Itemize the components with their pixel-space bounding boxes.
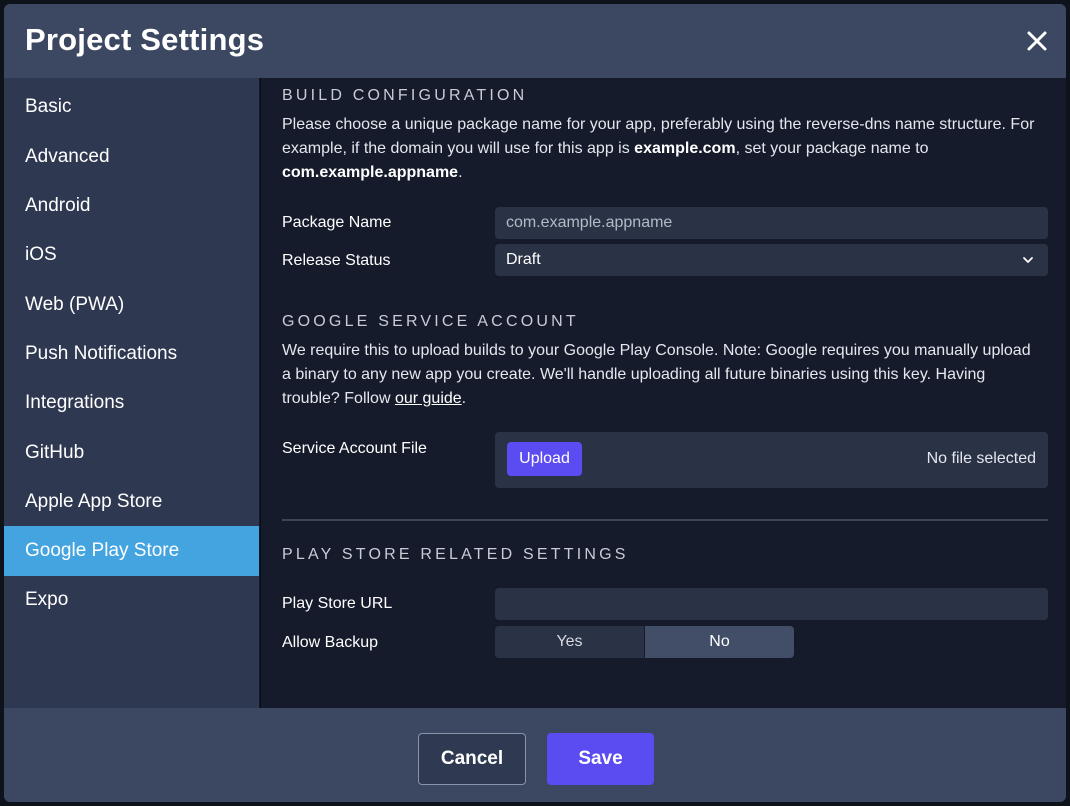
build-configuration-heading: BUILD CONFIGURATION (282, 87, 528, 104)
play-store-url-input[interactable] (495, 588, 1048, 620)
cancel-button[interactable]: Cancel (418, 733, 526, 785)
sidebar-item-basic[interactable]: Basic (4, 82, 259, 132)
play-store-settings-heading: PLAY STORE RELATED SETTINGS (282, 546, 629, 563)
section-divider (282, 519, 1048, 521)
package-name-label: Package Name (282, 214, 392, 231)
dialog-header: Project Settings (4, 4, 1066, 78)
sidebar-item-ios[interactable]: iOS (4, 230, 259, 280)
chevron-down-icon (1023, 257, 1033, 263)
dialog-footer: Cancel Save (4, 708, 1066, 802)
sidebar-item-web-pwa[interactable]: Web (PWA) (4, 280, 259, 330)
upload-button[interactable]: Upload (507, 442, 582, 476)
build-desc-domain: example.com (634, 140, 736, 157)
sidebar-item-advanced[interactable]: Advanced (4, 132, 259, 182)
settings-content: BUILD CONFIGURATION Please choose a uniq… (260, 78, 1066, 708)
build-desc-package: com.example.appname (282, 164, 459, 181)
dialog-title: Project Settings (25, 22, 265, 57)
file-status-text: No file selected (926, 450, 1036, 467)
service-account-file-field: Upload No file selected (495, 432, 1048, 488)
allow-backup-no-option[interactable]: No (645, 626, 794, 658)
service-account-file-label: Service Account File (282, 440, 427, 457)
release-status-label: Release Status (282, 252, 391, 269)
sidebar-item-android[interactable]: Android (4, 181, 259, 231)
release-status-select[interactable]: Draft (495, 244, 1048, 276)
save-button[interactable]: Save (547, 733, 654, 785)
build-desc-text-3: . (458, 164, 463, 181)
service-description: We require this to upload builds to your… (282, 339, 1042, 411)
release-status-value: Draft (506, 251, 541, 268)
settings-sidebar: Basic Advanced Android iOS Web (PWA) Pus… (4, 78, 259, 708)
sidebar-item-integrations[interactable]: Integrations (4, 378, 259, 428)
build-description: Please choose a unique package name for … (282, 113, 1042, 185)
sidebar-item-google-play-store[interactable]: Google Play Store (4, 526, 259, 576)
service-desc-text-2: . (461, 390, 467, 407)
package-name-input[interactable]: com.example.appname (495, 207, 1048, 239)
our-guide-link[interactable]: our guide (395, 390, 462, 407)
build-desc-text-2: , set your package name to (735, 140, 929, 157)
sidebar-item-push-notifications[interactable]: Push Notifications (4, 329, 259, 379)
google-service-account-heading: GOOGLE SERVICE ACCOUNT (282, 313, 579, 330)
sidebar-item-github[interactable]: GitHub (4, 428, 259, 478)
sidebar-item-expo[interactable]: Expo (4, 575, 259, 625)
allow-backup-yes-option[interactable]: Yes (495, 626, 645, 658)
allow-backup-label: Allow Backup (282, 634, 379, 651)
project-settings-dialog: Project Settings Basic Advanced Android … (4, 4, 1066, 802)
allow-backup-toggle: Yes No (495, 626, 794, 658)
sidebar-item-apple-app-store[interactable]: Apple App Store (4, 477, 259, 527)
close-icon[interactable] (1024, 28, 1050, 54)
play-store-url-label: Play Store URL (282, 595, 393, 612)
